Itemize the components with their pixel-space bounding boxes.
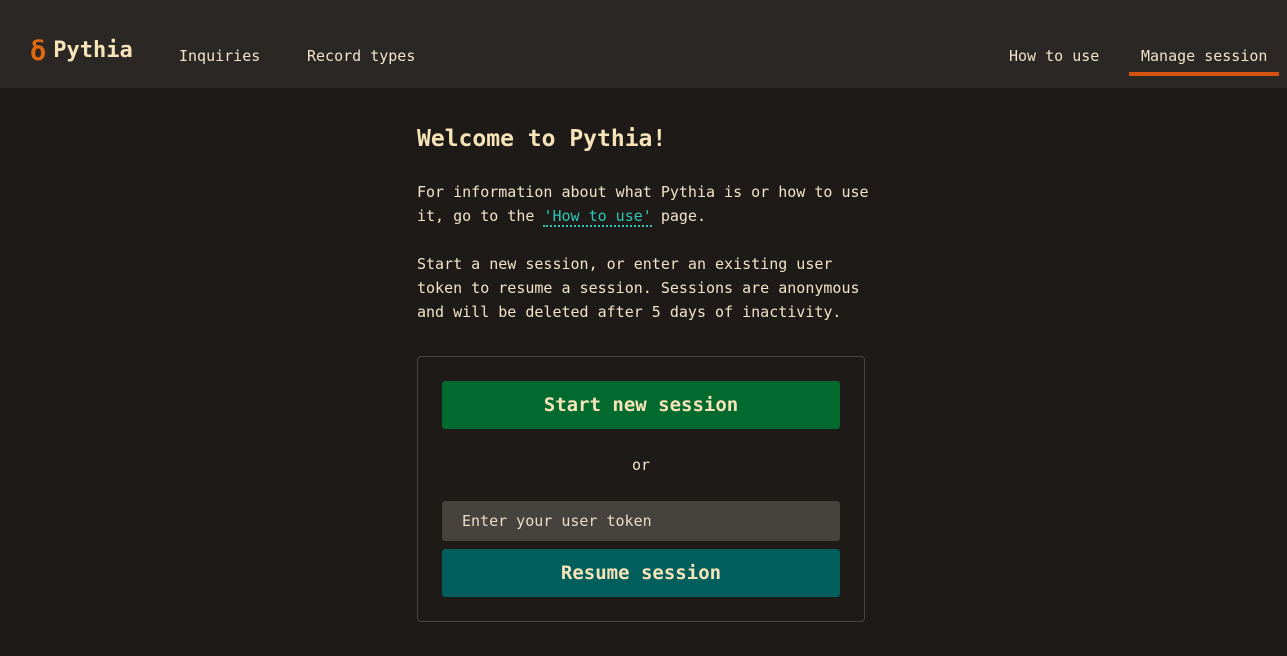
how-to-use-link[interactable]: 'How to use': [543, 207, 652, 227]
session-info-text: Start a new session, or enter an existin…: [417, 255, 860, 321]
resume-session-button[interactable]: Resume session: [442, 549, 840, 597]
intro-suffix: page.: [651, 207, 706, 225]
user-token-input[interactable]: [442, 501, 840, 541]
session-panel: Start new session or Resume session: [417, 356, 865, 622]
or-divider-text: or: [631, 456, 651, 474]
nav-how-to-use[interactable]: How to use: [1009, 46, 1099, 66]
start-new-session-button[interactable]: Start new session: [442, 381, 840, 429]
brand-name: Pythia: [53, 38, 133, 63]
brand[interactable]: δ Pythia: [30, 34, 133, 68]
top-navbar: δ Pythia Inquiries Record types How to u…: [0, 0, 1287, 88]
page-title: Welcome to Pythia!: [417, 126, 667, 152]
main-content: Welcome to Pythia! For information about…: [417, 118, 877, 324]
nav-record-types[interactable]: Record types: [307, 46, 415, 66]
intro-text: For information about what Pythia is or …: [417, 180, 877, 228]
nav-manage-session[interactable]: Manage session: [1129, 46, 1280, 76]
delta-logo-icon: δ: [30, 35, 47, 67]
nav-inquiries[interactable]: Inquiries: [179, 46, 260, 66]
